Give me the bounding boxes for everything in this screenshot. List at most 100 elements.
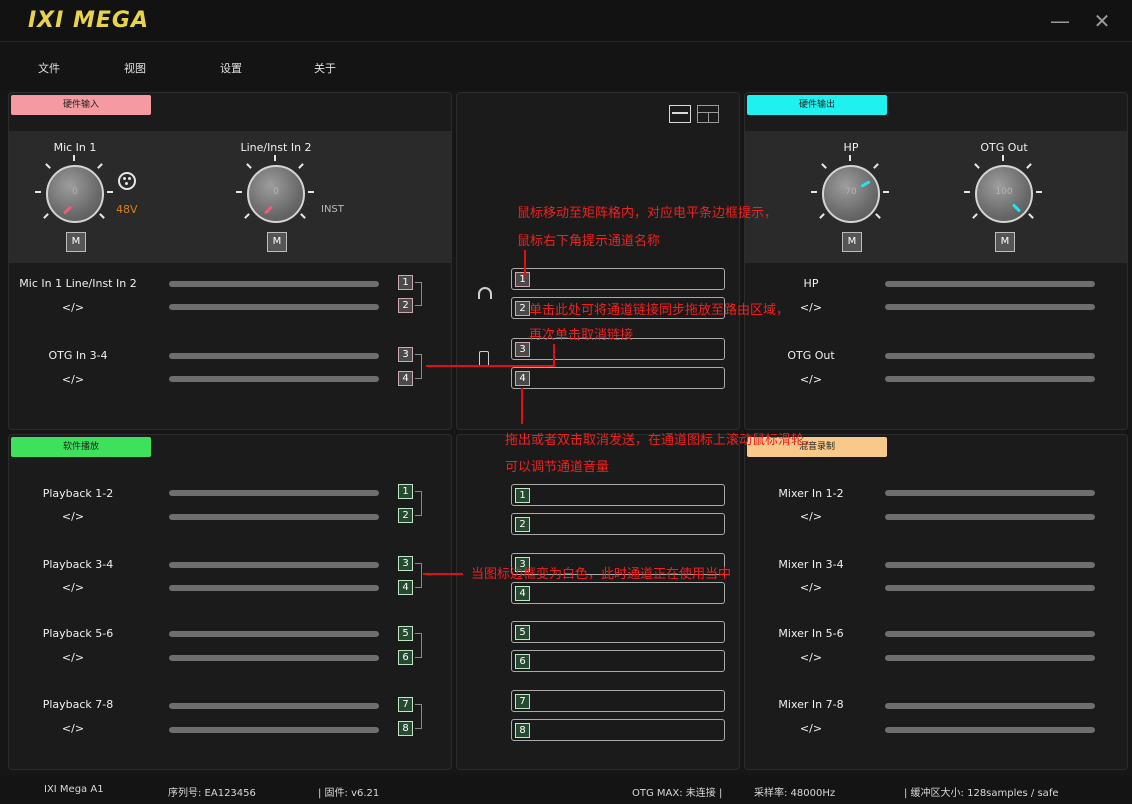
knob-label-hp: HP [843,141,859,154]
channel-icon-4[interactable]: 4 [515,371,530,386]
channel-code-icon[interactable]: </> [53,581,93,594]
channel-icon-6[interactable]: 6 [515,654,530,669]
gain-knob-mic-in-1[interactable]: 0 [46,165,104,223]
matrix-slot[interactable]: 6 [511,650,725,672]
mute-button-otg-out[interactable]: M [995,232,1015,252]
status-bar: IXI Mega A1 序列号: EA123456 | 固件: v6.21 OT… [0,775,1132,804]
channel-code-icon[interactable]: </> [53,722,93,735]
matrix-slot[interactable]: 8 [511,719,725,741]
channel-code-icon[interactable]: </> [791,301,831,314]
channel-icon-5[interactable]: 5 [515,625,530,640]
channel-icon-5[interactable]: 5 [398,626,413,641]
minimize-button[interactable]: — [1046,8,1074,34]
channel-icon-3[interactable]: 3 [515,342,530,357]
matrix-slot[interactable]: 4 [511,582,725,604]
channel-code-icon[interactable]: </> [53,373,93,386]
channel-icon-3[interactable]: 3 [398,347,413,362]
link-bracket[interactable] [415,563,422,588]
hardware-output-panel: 硬件输出 HP 70 M OTG Out 100 M HP </> OTG Ou… [744,92,1128,430]
channel-label-mixer-in-5-6: Mixer In 5-6 [778,627,844,640]
software-playback-panel: 软件播放 Playback 1-2 </> 1 2 Playback 3-4 <… [8,434,452,770]
channel-icon-1[interactable]: 1 [398,484,413,499]
channel-icon-1[interactable]: 1 [515,272,530,287]
level-meter [169,353,379,359]
menu-about[interactable]: 关于 [314,60,336,76]
knob-label-line-inst-in-2: Line/Inst In 2 [240,141,312,154]
matrix-slot[interactable]: 2 [511,513,725,535]
level-meter [169,585,379,591]
annotation-line [426,365,555,367]
channel-icon-4[interactable]: 4 [398,371,413,386]
mute-button-hp[interactable]: M [842,232,862,252]
matrix-slot[interactable]: 1 [511,268,725,290]
channel-label-mixer-in-3-4: Mixer In 3-4 [778,558,844,571]
channel-code-icon[interactable]: </> [791,510,831,523]
link-bracket[interactable] [415,704,422,729]
channel-code-icon[interactable]: </> [53,651,93,664]
gain-knob-line-inst-in-2[interactable]: 0 [247,165,305,223]
volume-knob-hp[interactable]: 70 [822,165,880,223]
mute-button-line-inst-in-2[interactable]: M [267,232,287,252]
annotation-white-border: 当图标边框变为白色，此时通道正在使用当中 [471,567,732,582]
level-meter [169,727,379,733]
channel-icon-2[interactable]: 2 [398,298,413,313]
channel-icon-2[interactable]: 2 [515,517,530,532]
level-meter [169,281,379,287]
knob-label-mic-in-1: Mic In 1 [53,141,97,154]
menu-view[interactable]: 视图 [124,60,146,76]
link-bracket[interactable] [415,633,422,658]
channel-icon-7[interactable]: 7 [515,694,530,709]
channel-label-otg-in: OTG In 3-4 [48,349,108,362]
knob-value: 0 [273,187,279,197]
annotation-adjust-volume: 可以调节通道音量 [505,460,610,475]
channel-icon-8[interactable]: 8 [398,721,413,736]
channel-icon-1[interactable]: 1 [398,275,413,290]
channel-code-icon[interactable]: </> [791,373,831,386]
level-meter [169,490,379,496]
level-meter [169,304,379,310]
layout-single-icon[interactable] [669,105,691,123]
channel-code-icon[interactable]: </> [53,301,93,314]
matrix-slot[interactable]: 4 [511,367,725,389]
matrix-slot[interactable]: 1 [511,484,725,506]
channel-code-icon[interactable]: </> [791,722,831,735]
level-meter [885,585,1095,591]
channel-icon-7[interactable]: 7 [398,697,413,712]
channel-icon-1[interactable]: 1 [515,488,530,503]
close-button[interactable]: ✕ [1088,8,1116,34]
menu-settings[interactable]: 设置 [220,60,242,76]
level-meter [885,727,1095,733]
channel-code-icon[interactable]: </> [791,581,831,594]
phantom-48v-label: 48V [116,203,138,216]
knob-tick [1036,191,1042,193]
channel-label-mixer-in-7-8: Mixer In 7-8 [778,698,844,711]
matrix-slot[interactable]: 7 [511,690,725,712]
annotation-line [423,573,463,575]
channel-icon-2[interactable]: 2 [515,301,530,316]
level-meter [169,562,379,568]
link-bracket[interactable] [415,491,422,516]
level-meter [169,703,379,709]
menu-file[interactable]: 文件 [38,60,60,76]
channel-icon-3[interactable]: 3 [398,556,413,571]
matrix-slot[interactable]: 5 [511,621,725,643]
channel-icon-4[interactable]: 4 [398,580,413,595]
volume-knob-otg-out[interactable]: 100 [975,165,1033,223]
channel-icon-4[interactable]: 4 [515,586,530,601]
mute-button-mic-in-1[interactable]: M [66,232,86,252]
channel-code-icon[interactable]: </> [791,651,831,664]
knob-tick [849,155,851,161]
xlr-phantom-icon[interactable] [118,172,136,190]
knob-tick [73,155,75,161]
channel-icon-6[interactable]: 6 [398,650,413,665]
channel-icon-2[interactable]: 2 [398,508,413,523]
title-bar: IXI MEGA — ✕ [0,0,1132,42]
channel-icon-8[interactable]: 8 [515,723,530,738]
layout-split-icon[interactable] [697,105,719,123]
level-meter [885,304,1095,310]
channel-code-icon[interactable]: </> [53,510,93,523]
level-meter [169,514,379,520]
link-bracket[interactable] [415,282,422,306]
channel-label-playback-7-8: Playback 7-8 [42,698,114,711]
link-bracket[interactable] [415,354,422,379]
